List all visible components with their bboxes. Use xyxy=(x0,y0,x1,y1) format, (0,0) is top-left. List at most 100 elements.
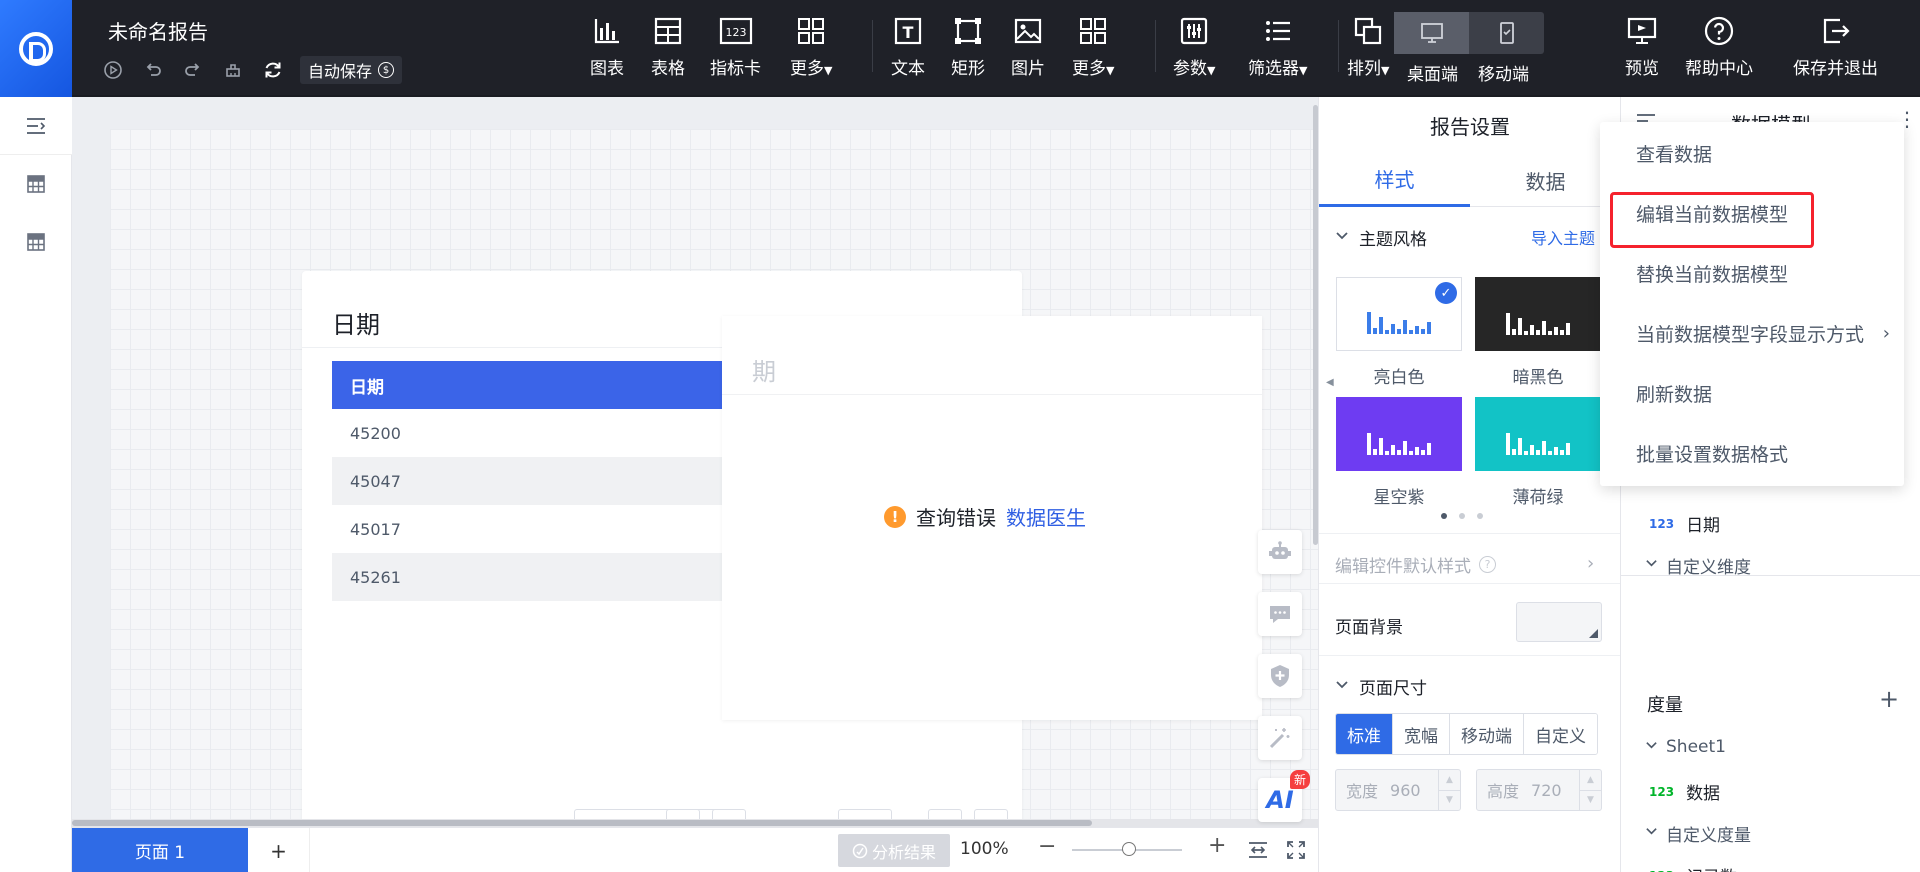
rail-table-button[interactable] xyxy=(0,155,72,213)
toggle-icon: $ xyxy=(378,62,395,78)
data-doctor-link[interactable]: 数据医生 xyxy=(1006,502,1086,531)
kpi-card-tool-button[interactable]: 123 指标卡 xyxy=(710,14,761,79)
size-wide[interactable]: 宽幅 xyxy=(1393,714,1450,754)
add-measure-button[interactable]: + xyxy=(1879,685,1899,713)
zoom-in-button[interactable]: + xyxy=(1208,833,1226,858)
ai-button[interactable]: AI 新 xyxy=(1258,770,1310,822)
sheet1-group[interactable]: Sheet1 xyxy=(1645,737,1726,757)
filter-button[interactable]: 筛选器▼ xyxy=(1248,14,1307,79)
collapse-outline-button[interactable] xyxy=(0,97,72,155)
menu-item-batch-format[interactable]: 批量设置数据格式 xyxy=(1600,430,1904,476)
pager-dot[interactable] xyxy=(1459,513,1465,519)
pager-dot[interactable] xyxy=(1477,513,1483,519)
format-painter-icon[interactable] xyxy=(220,57,246,83)
save-and-exit-button[interactable]: 保存并退出 xyxy=(1793,14,1878,79)
page-size-section-header[interactable]: 页面尺寸 xyxy=(1335,674,1427,699)
menu-item-replace-data-model[interactable]: 替换当前数据模型 xyxy=(1600,250,1904,296)
fit-page-button[interactable] xyxy=(1244,836,1272,864)
custom-measure-field[interactable]: 123 记录数 xyxy=(1649,863,1737,872)
table-row[interactable]: 45017 xyxy=(332,505,722,553)
menu-item-edit-data-model[interactable]: 编辑当前数据模型 xyxy=(1600,190,1904,248)
theme-light[interactable]: ✓ xyxy=(1336,277,1462,351)
divider xyxy=(1319,655,1621,656)
svg-text:T: T xyxy=(903,23,914,42)
height-input[interactable]: 高度 720 ▲ ▼ xyxy=(1476,769,1602,811)
pager-dot[interactable] xyxy=(1441,513,1447,519)
width-stepper[interactable]: ▲ ▼ xyxy=(1438,770,1460,810)
measure-field[interactable]: 123 数据 xyxy=(1649,779,1720,804)
menu-item-field-display-mode[interactable]: 当前数据模型字段显示方式 › xyxy=(1600,310,1904,356)
text-tool-button[interactable]: T 文本 xyxy=(891,14,925,79)
mobile-label[interactable]: 移动端 xyxy=(1478,60,1529,85)
scrollbar-thumb[interactable] xyxy=(72,820,1092,826)
play-icon[interactable] xyxy=(100,57,126,83)
app-logo[interactable] xyxy=(0,0,72,97)
help-icon[interactable]: ? xyxy=(1479,556,1496,573)
table-header-date[interactable]: 日期 xyxy=(332,361,722,409)
refresh-icon[interactable] xyxy=(260,57,286,83)
undo-icon[interactable] xyxy=(140,57,166,83)
fullscreen-button[interactable] xyxy=(1282,836,1310,864)
report-title[interactable]: 未命名报告 xyxy=(108,16,208,45)
theme-prev-icon[interactable]: ◀ xyxy=(1326,377,1334,388)
monitor-icon xyxy=(1420,23,1443,43)
table-row[interactable]: 45200 xyxy=(332,409,722,457)
analysis-result-button[interactable]: 分析结果 xyxy=(838,834,950,867)
table-row[interactable]: 45261 xyxy=(332,553,722,601)
zoom-out-button[interactable]: − xyxy=(1038,834,1056,859)
arrange-button[interactable]: 排列▼ xyxy=(1347,14,1389,79)
desktop-label[interactable]: 桌面端 xyxy=(1407,60,1458,85)
desktop-toggle[interactable] xyxy=(1394,12,1469,54)
chart-tool-button[interactable]: 图表 xyxy=(590,14,624,79)
autosave-toggle[interactable]: 自动保存 $ xyxy=(300,56,403,84)
mobile-toggle[interactable] xyxy=(1469,12,1544,54)
robot-assistant-button[interactable] xyxy=(1258,530,1302,574)
divider xyxy=(1621,575,1920,675)
theme-purple[interactable] xyxy=(1336,397,1462,471)
horizontal-scrollbar[interactable] xyxy=(72,819,1318,827)
custom-measure-group[interactable]: 自定义度量 xyxy=(1645,821,1751,846)
import-theme-link[interactable]: 导入主题 xyxy=(1531,225,1595,249)
theme-dark[interactable] xyxy=(1475,277,1601,351)
dimension-field[interactable]: 123 日期 xyxy=(1649,511,1720,536)
rectangle-tool-button[interactable]: 矩形 xyxy=(951,14,985,79)
image-tool-button[interactable]: 图片 xyxy=(1011,14,1045,79)
magic-wand-button[interactable] xyxy=(1258,716,1302,760)
edit-default-style-row[interactable]: 编辑控件默认样式 ? xyxy=(1335,552,1496,577)
menu-item-refresh-data[interactable]: 刷新数据 xyxy=(1600,370,1904,416)
left-rail xyxy=(0,97,72,872)
help-center-button[interactable]: 帮助中心 xyxy=(1685,14,1753,79)
page-background-color-picker[interactable] xyxy=(1516,602,1602,642)
size-custom[interactable]: 自定义 xyxy=(1524,714,1597,754)
parameter-button[interactable]: 参数▼ xyxy=(1173,14,1215,79)
rail-table-button-2[interactable] xyxy=(0,213,72,271)
table-row[interactable]: 45047 xyxy=(332,457,722,505)
add-page-button[interactable]: + xyxy=(248,828,310,872)
size-standard[interactable]: 标准 xyxy=(1336,714,1393,754)
theme-section-header[interactable]: 主题风格 xyxy=(1335,225,1427,250)
menu-item-view-data[interactable]: 查看数据 xyxy=(1600,130,1904,176)
tab-style[interactable]: 样式 xyxy=(1319,153,1470,207)
redo-icon[interactable] xyxy=(180,57,206,83)
preview-button[interactable]: 预览 xyxy=(1625,14,1659,79)
more-element-button[interactable]: 更多▼ xyxy=(1072,14,1114,79)
comment-button[interactable] xyxy=(1258,592,1302,636)
height-stepper[interactable]: ▲ ▼ xyxy=(1579,770,1601,810)
query-error-message: ! 查询错误 数据医生 xyxy=(884,502,1086,531)
settings-tabs: 样式 数据 xyxy=(1319,153,1621,207)
tab-data[interactable]: 数据 xyxy=(1470,153,1621,207)
zoom-slider-handle[interactable] xyxy=(1122,842,1136,856)
zoom-level[interactable]: 100% xyxy=(960,839,1009,859)
error-widget[interactable]: 期 ! 查询错误 数据医生 xyxy=(722,316,1262,720)
mobile-icon xyxy=(1499,22,1514,44)
chevron-down-icon xyxy=(1335,678,1349,696)
security-button[interactable] xyxy=(1258,654,1302,698)
size-mobile[interactable]: 移动端 xyxy=(1450,714,1524,754)
shield-icon xyxy=(1271,665,1289,687)
page-tab-1[interactable]: 页面 1 xyxy=(72,828,248,872)
table-tool-button[interactable]: 表格 xyxy=(651,14,685,79)
theme-mint[interactable] xyxy=(1475,397,1601,471)
width-input[interactable]: 宽度 960 ▲ ▼ xyxy=(1335,769,1461,811)
more-insert-button[interactable]: 更多▼ xyxy=(790,14,832,79)
preview-icon xyxy=(1627,17,1657,44)
